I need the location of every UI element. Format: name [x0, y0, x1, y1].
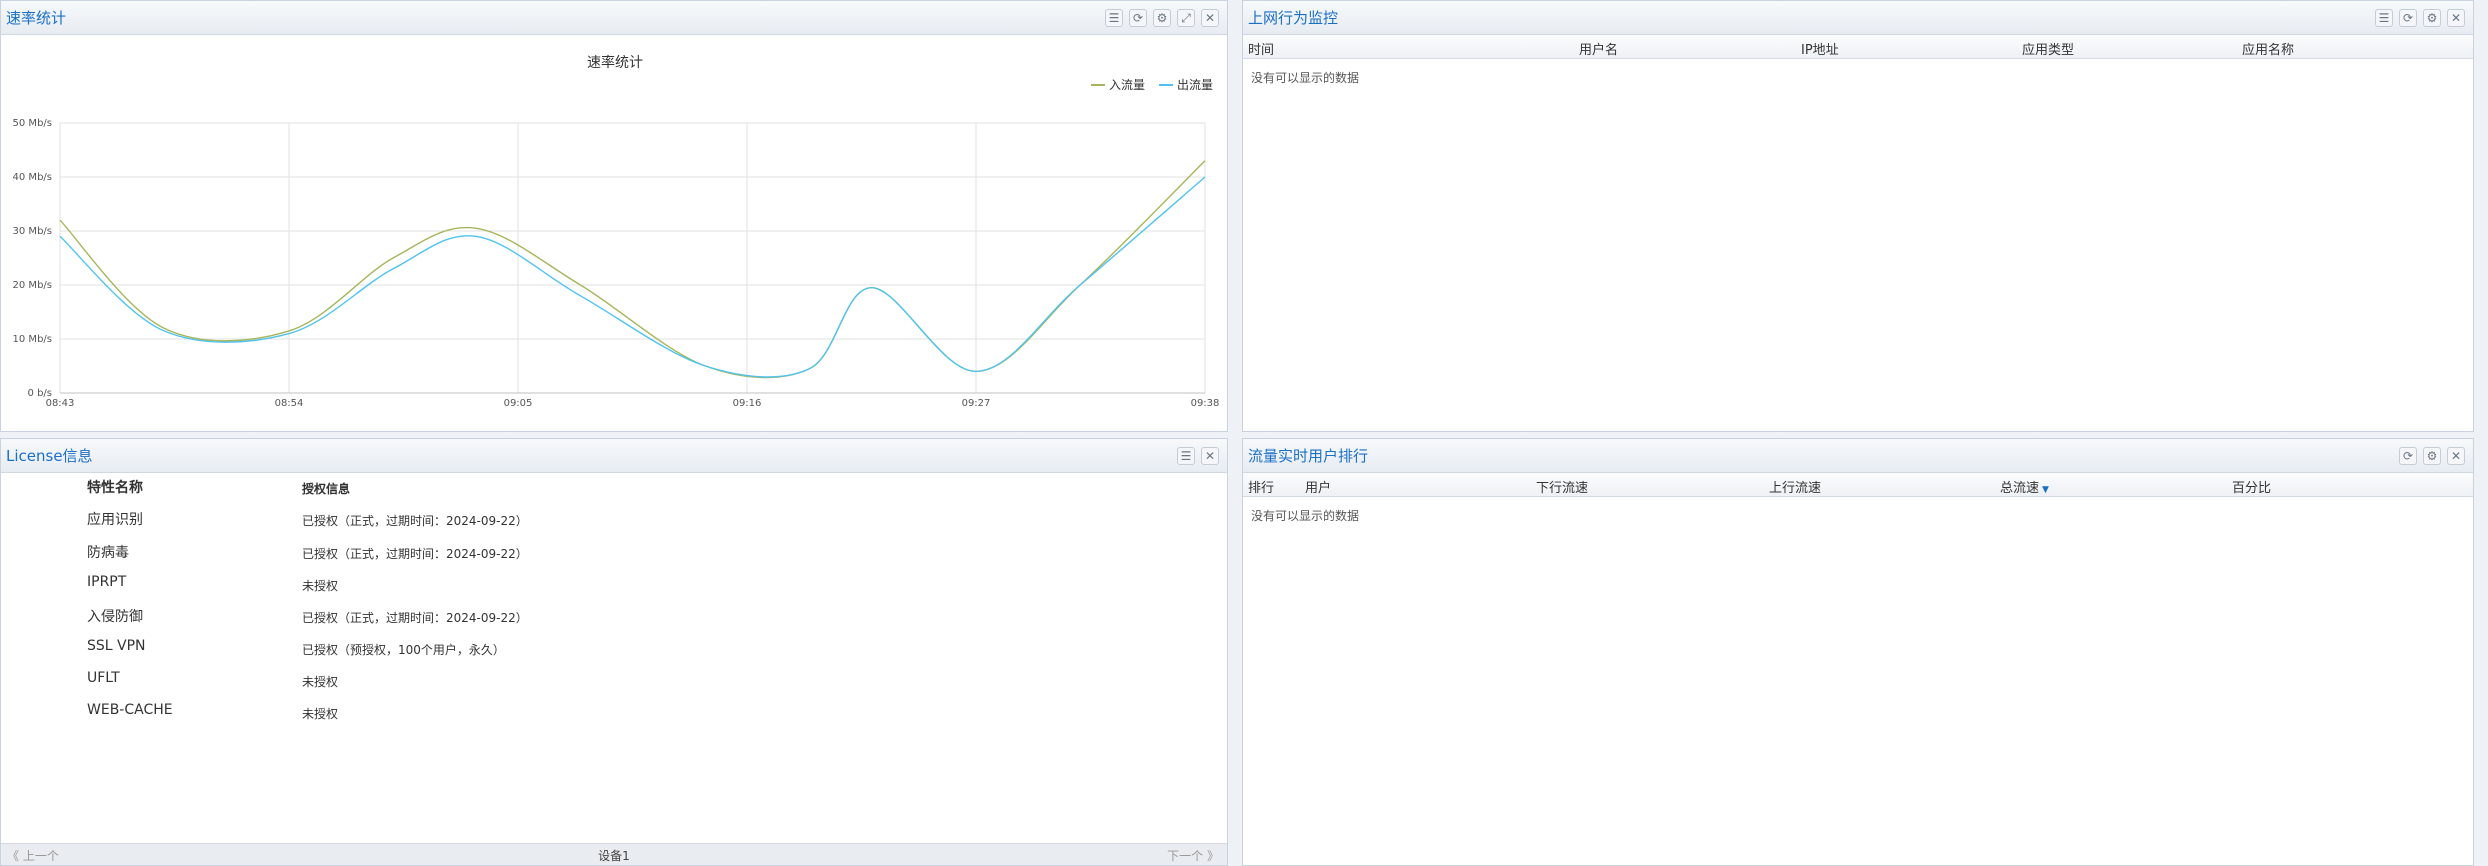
y-tick-label: 30 Mb/s: [13, 226, 52, 237]
settings-icon[interactable]: ⚙: [2423, 9, 2441, 27]
rate-panel-title: 速率统计: [6, 9, 67, 27]
series-line-out: [59, 176, 1206, 378]
license-feature-name: 入侵防御: [87, 609, 143, 625]
license-feature-info: 未授权: [302, 707, 339, 721]
license-feature-info: 已授权（正式，过期时间：2024-09-22）: [302, 611, 528, 625]
license-header-name: 特性名称: [87, 480, 143, 496]
col-percent[interactable]: 百分比: [2232, 477, 2271, 496]
y-tick-label: 40 Mb/s: [13, 172, 52, 183]
web-panel-title: 上网行为监控: [1248, 9, 1339, 27]
sort-desc-icon: ▼: [2042, 485, 2049, 495]
legend-item-in: 入流量: [1109, 78, 1145, 92]
y-tick-label: 20 Mb/s: [13, 280, 52, 291]
chart-title: 速率统计: [587, 54, 643, 71]
license-feature-name: UFLT: [87, 670, 120, 686]
refresh-icon[interactable]: ⟳: [2399, 447, 2417, 465]
close-icon[interactable]: ✕: [1201, 447, 1219, 465]
close-icon[interactable]: ✕: [1201, 9, 1219, 27]
rate-panel-header: 速率统计 ☰ ⟳ ⚙ ⤢ ✕: [1, 1, 1227, 35]
x-tick-label: 09:16: [733, 398, 762, 409]
col-time[interactable]: 时间: [1248, 39, 1274, 58]
current-device-label: 设备1: [598, 849, 630, 863]
next-device-button[interactable]: 下一个 》: [1167, 847, 1219, 864]
license-header-info: 授权信息: [302, 482, 351, 496]
license-feature-info: 已授权（正式，过期时间：2024-09-22）: [302, 547, 528, 561]
close-icon[interactable]: ✕: [2447, 9, 2465, 27]
close-icon[interactable]: ✕: [2447, 447, 2465, 465]
x-tick-label: 09:05: [504, 398, 533, 409]
rank-empty-message: 没有可以显示的数据: [1251, 509, 1360, 523]
device-pager: 《 上一个 设备1 下一个 》: [1, 843, 1227, 865]
license-feature-info: 已授权（正式，过期时间：2024-09-22）: [302, 514, 528, 528]
col-ip[interactable]: IP地址: [1801, 39, 1839, 58]
y-tick-label: 10 Mb/s: [13, 334, 52, 345]
col-app-type[interactable]: 应用类型: [2022, 39, 2074, 58]
refresh-icon[interactable]: ⟳: [1129, 9, 1147, 27]
license-panel-header: License信息 ☰ ✕: [1, 439, 1227, 473]
rank-panel-header: 流量实时用户排行 ⟳ ⚙ ✕: [1243, 439, 2473, 473]
x-tick-label: 08:54: [275, 398, 304, 409]
license-feature-info: 未授权: [302, 675, 339, 689]
y-tick-label: 50 Mb/s: [13, 118, 52, 129]
col-up-rate[interactable]: 上行流速: [1769, 477, 1821, 496]
rate-panel: 速率统计 ☰ ⟳ ⚙ ⤢ ✕ 速率统计 0 b/s 10 Mb/s 20 Mb/s 30…: [0, 0, 1228, 432]
web-behavior-panel: 上网行为监控 ☰ ⟳ ⚙ ✕ 时间 用户名 IP地址 应用类型 应用名称 没有可…: [1242, 0, 2474, 432]
license-feature-info: 未授权: [302, 579, 339, 593]
rank-table-header: 排行 用户 下行流速 上行流速 总流速 ▼ 百分比: [1243, 473, 2473, 497]
license-panel-title: License信息: [6, 447, 93, 465]
col-user[interactable]: 用户: [1305, 477, 1331, 496]
refresh-icon[interactable]: ⟳: [2399, 9, 2417, 27]
legend-item-out: 出流量: [1177, 78, 1213, 92]
settings-icon[interactable]: ⚙: [2423, 447, 2441, 465]
x-tick-label: 09:27: [962, 398, 991, 409]
col-total-rate-label: 总流速: [2000, 481, 2040, 496]
user-rank-panel: 流量实时用户排行 ⟳ ⚙ ✕ 排行 用户 下行流速 上行流速 总流速 ▼ 百分比 …: [1242, 438, 2474, 866]
list-icon[interactable]: ☰: [2375, 9, 2393, 27]
license-feature-name: 防病毒: [87, 545, 129, 561]
rate-chart: 速率统计0 b/s10 Mb/s20 Mb/s30 Mb/s40 Mb/s50 …: [13, 54, 1220, 409]
list-icon[interactable]: ☰: [1105, 9, 1123, 27]
license-feature-name: SSL VPN: [87, 638, 146, 654]
col-down-rate[interactable]: 下行流速: [1536, 477, 1588, 496]
col-rank[interactable]: 排行: [1248, 477, 1274, 496]
license-feature-name: IPRPT: [87, 574, 127, 590]
web-panel-header: 上网行为监控 ☰ ⟳ ⚙ ✕: [1243, 1, 2473, 35]
series-line-in: [59, 160, 1206, 379]
col-total-rate[interactable]: 总流速 ▼: [2000, 477, 2049, 496]
license-feature-name: 应用识别: [87, 512, 143, 528]
rank-panel-title: 流量实时用户排行: [1248, 447, 1369, 465]
web-table-header: 时间 用户名 IP地址 应用类型 应用名称: [1243, 35, 2473, 59]
col-username[interactable]: 用户名: [1579, 39, 1618, 58]
license-panel: License信息 ☰ ✕ 特性名称 授权信息 应用识别 已授权（正式，过期时间…: [0, 438, 1228, 866]
list-icon[interactable]: ☰: [1177, 447, 1195, 465]
expand-icon[interactable]: ⤢: [1177, 9, 1195, 27]
license-feature-name: WEB-CACHE: [87, 702, 173, 718]
x-tick-label: 08:43: [46, 398, 75, 409]
web-empty-message: 没有可以显示的数据: [1251, 71, 1360, 85]
x-tick-label: 09:38: [1191, 398, 1220, 409]
license-feature-info: 已授权（预授权，100个用户，永久）: [302, 643, 505, 657]
settings-icon[interactable]: ⚙: [1153, 9, 1171, 27]
col-app-name[interactable]: 应用名称: [2242, 39, 2294, 58]
